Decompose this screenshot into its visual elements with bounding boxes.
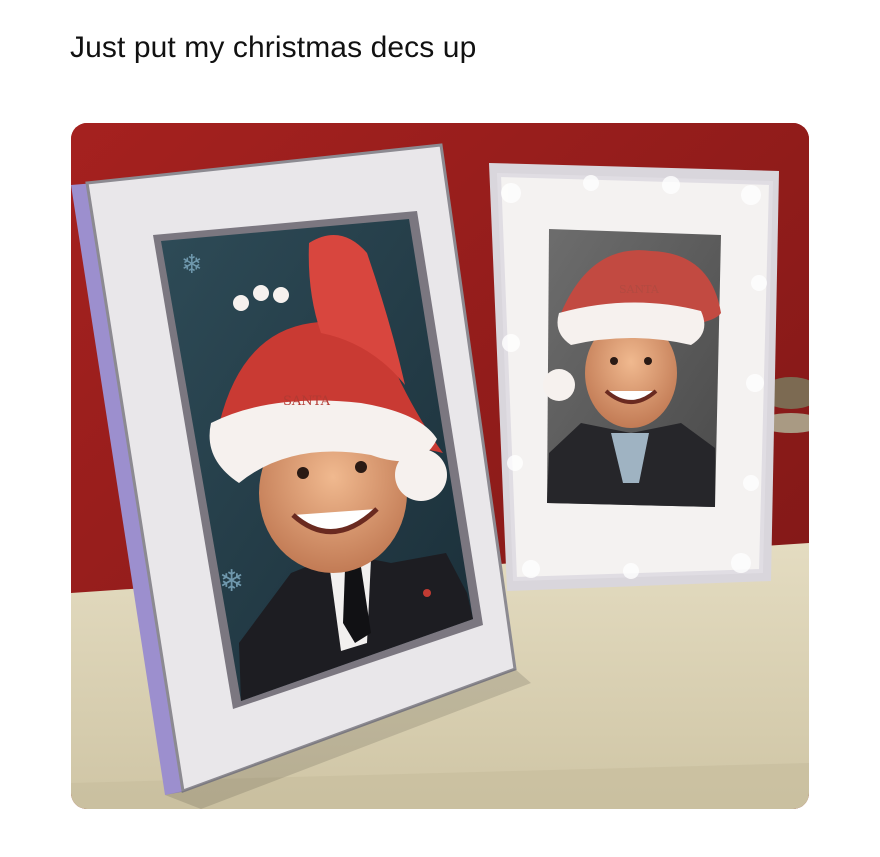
post-caption: Just put my christmas decs up [70,31,477,64]
meme-photo: SANTA ❄ ❄ SANTA [71,123,809,809]
svg-text:❄: ❄ [181,250,203,280]
svg-text:❄: ❄ [219,564,244,599]
hat-text-right: SANTA [619,283,660,296]
right-photo-frame: SANTA [489,163,779,591]
hat-text-left: SANTA [283,394,331,409]
